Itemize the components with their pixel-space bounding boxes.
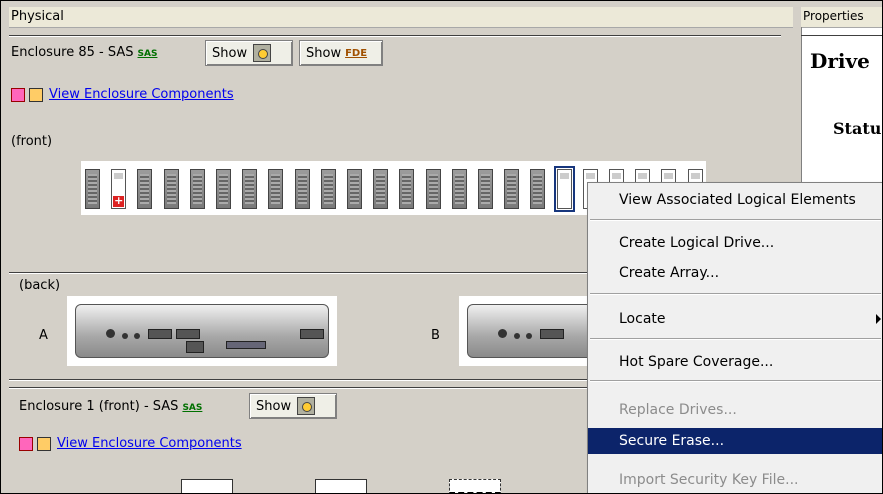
drive-slot[interactable] <box>242 169 258 209</box>
view-components-text: View Enclosure Components <box>49 87 234 102</box>
submenu-arrow-icon <box>876 314 881 324</box>
drive-slot[interactable] <box>451 169 467 209</box>
divider <box>801 35 882 36</box>
drive-slot[interactable] <box>85 169 100 209</box>
display <box>186 341 204 353</box>
menu-item-secure-erase[interactable]: Secure Erase... <box>588 428 882 454</box>
menu-item-create-array[interactable]: Create Array... <box>588 260 882 286</box>
port <box>122 333 128 339</box>
menu-item-locate-label: Locate <box>619 311 666 327</box>
front-label: (front) <box>11 134 53 149</box>
view-enclosure-components-link-enclosure-1[interactable]: View Enclosure Components <box>57 436 242 451</box>
drive-slot[interactable] <box>315 479 367 493</box>
show-drive-button[interactable]: Show <box>205 40 293 66</box>
back-label: (back) <box>19 278 61 293</box>
port <box>106 329 115 338</box>
enclosure-85-name: Enclosure 85 - SAS <box>11 45 134 60</box>
drive-slot[interactable] <box>181 479 233 493</box>
menu-separator <box>590 293 881 295</box>
sas-badge: SAS <box>137 49 158 59</box>
show-fde-label: Show <box>306 45 342 61</box>
menu-item-import-security-key-file[interactable]: Import Security Key File... <box>588 467 882 493</box>
enclosure-grid-icon <box>19 437 33 451</box>
hard-disk-icon <box>253 44 272 62</box>
drive-slot[interactable] <box>189 169 205 209</box>
drive-slot[interactable] <box>504 169 520 209</box>
port <box>540 329 564 339</box>
menu-item-hot-spare-coverage[interactable]: Hot Spare Coverage... <box>588 349 882 375</box>
show-button-label: Show <box>256 398 292 414</box>
hard-disk-icon <box>297 397 316 415</box>
divider <box>9 387 587 389</box>
drive-slot[interactable] <box>294 169 310 209</box>
menu-separator <box>590 380 881 382</box>
properties-panel-header: Properties <box>801 7 882 28</box>
controller-b-label: B <box>431 328 440 343</box>
enclosure-85-label: Enclosure 85 - SAS SAS <box>11 45 157 60</box>
sas-badge: SAS <box>182 403 203 413</box>
port <box>300 329 324 339</box>
port <box>148 329 172 339</box>
menu-item-locate[interactable]: Locate <box>588 306 882 332</box>
menu-separator <box>590 338 881 340</box>
status-label: Statu <box>833 119 882 138</box>
view-enclosure-components-link[interactable]: View Enclosure Components <box>49 87 234 102</box>
properties-panel-title: Properties <box>803 9 864 23</box>
divider <box>9 379 587 381</box>
drive-slot[interactable] <box>216 169 231 209</box>
controller-chassis <box>467 304 607 358</box>
drive-slot[interactable] <box>163 169 179 209</box>
port <box>226 341 266 349</box>
drive-slot[interactable] <box>449 479 501 493</box>
controller-chassis <box>75 304 329 358</box>
controller-a-label: A <box>39 328 48 343</box>
enclosure-1-name: Enclosure 1 (front) - SAS <box>19 399 179 414</box>
enclosure-component-icon <box>29 88 43 102</box>
drive-slot[interactable] <box>530 169 546 209</box>
port <box>134 333 140 339</box>
drive-slot[interactable] <box>111 169 127 209</box>
menu-separator <box>590 219 881 221</box>
enclosure-1-label: Enclosure 1 (front) - SAS SAS <box>19 399 202 414</box>
storage-manager-window: Physical Enclosure 85 - SAS SAS Show Show… <box>0 0 883 494</box>
enclosure-component-icon <box>37 437 51 451</box>
drive-slot[interactable] <box>347 169 362 209</box>
drive-slot[interactable] <box>268 169 284 209</box>
menu-item-replace-drives[interactable]: Replace Drives... <box>588 397 882 423</box>
show-fde-button[interactable]: Show FDE <box>299 40 383 66</box>
context-menu: View Associated Logical Elements Create … <box>587 182 882 493</box>
divider <box>9 272 587 274</box>
physical-panel-header: Physical <box>9 7 793 28</box>
fde-badge: FDE <box>345 47 368 59</box>
drive-heading: Drive <box>810 49 870 73</box>
drive-slot[interactable] <box>373 169 389 209</box>
port <box>498 329 507 338</box>
menu-item-create-logical-drive[interactable]: Create Logical Drive... <box>588 230 882 256</box>
controller-a-unit[interactable] <box>67 296 337 366</box>
view-components-text: View Enclosure Components <box>57 436 242 451</box>
drive-slot[interactable] <box>137 169 153 209</box>
physical-panel-title: Physical <box>11 9 64 24</box>
controller-b-unit[interactable] <box>459 296 607 366</box>
menu-item-view-associated-logical-elements[interactable]: View Associated Logical Elements <box>588 187 882 213</box>
divider <box>9 35 781 37</box>
drive-slot[interactable] <box>478 169 493 209</box>
drive-slot[interactable] <box>425 169 441 209</box>
drive-slot[interactable] <box>320 169 336 209</box>
show-drive-button-enclosure-1[interactable]: Show <box>249 393 337 419</box>
port <box>176 329 200 339</box>
port <box>514 333 520 339</box>
drive-slot[interactable] <box>399 169 415 209</box>
enclosure-grid-icon <box>11 88 25 102</box>
show-button-label: Show <box>212 45 248 61</box>
drive-slot-selected[interactable] <box>553 166 575 212</box>
port <box>526 333 532 339</box>
